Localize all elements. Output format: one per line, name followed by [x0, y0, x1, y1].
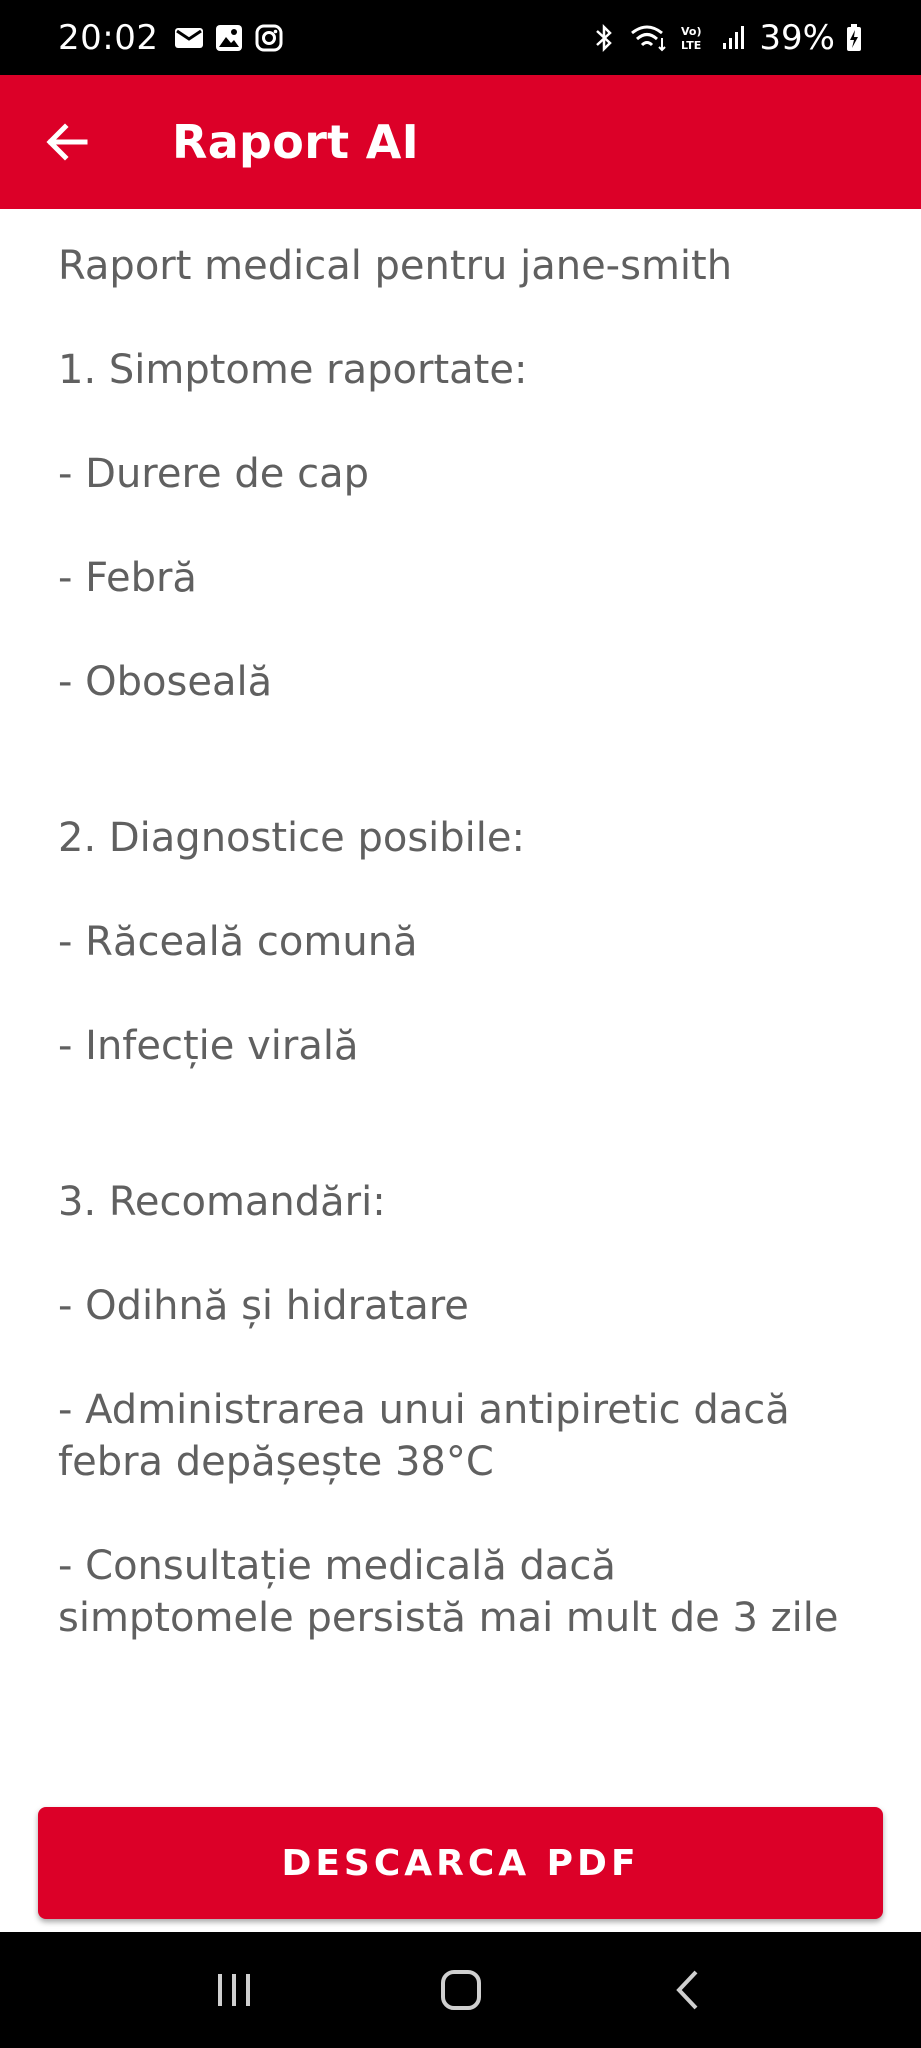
battery-charging-icon: [845, 23, 863, 52]
status-right: Vo) LTE 39%: [589, 18, 863, 58]
volte-icon: Vo) LTE: [679, 24, 709, 52]
list-item: - Febră: [58, 555, 197, 601]
gallery-icon: [214, 24, 244, 52]
status-left: 20:02: [58, 18, 284, 58]
status-time: 20:02: [58, 17, 159, 58]
list-item: - Oboseală: [58, 659, 273, 705]
system-nav-bar: [0, 1932, 921, 2048]
list-item: - Consultație medicală dacă simptomele p…: [58, 1543, 839, 1641]
recent-apps-button[interactable]: [194, 1950, 274, 2030]
report-heading: Raport medical pentru jane-smith: [58, 243, 733, 289]
arrow-left-icon: [46, 123, 88, 161]
app-bar: Raport AI: [0, 75, 921, 209]
section-title-recommendations: 3. Recomandări:: [58, 1179, 386, 1225]
back-icon: [675, 1970, 697, 2010]
download-pdf-button[interactable]: DESCARCA PDF: [38, 1807, 883, 1919]
report-content: Raport medical pentru jane-smith 1. Simp…: [58, 240, 863, 1644]
section-title-diagnoses: 2. Diagnostice posibile:: [58, 815, 525, 861]
mail-icon: [174, 24, 204, 52]
page-title: Raport AI: [172, 115, 420, 169]
home-button[interactable]: [421, 1950, 501, 2030]
status-bar: 20:02 Vo) LTE 39%: [0, 0, 921, 75]
list-item: - Infecție virală: [58, 1023, 359, 1069]
wifi-icon: [629, 24, 669, 52]
svg-text:Vo): Vo): [681, 25, 702, 38]
bluetooth-icon: [589, 23, 619, 52]
back-button[interactable]: [22, 97, 112, 187]
list-item: - Durere de cap: [58, 451, 369, 497]
list-item: - Administrarea unui antipiretic dacă fe…: [58, 1387, 790, 1485]
svg-text:LTE: LTE: [681, 39, 701, 52]
instagram-icon: [254, 24, 284, 52]
section-title-symptoms: 1. Simptome raportate:: [58, 347, 528, 393]
list-item: - Răceală comună: [58, 919, 418, 965]
system-back-button[interactable]: [648, 1950, 728, 2030]
signal-icon: [719, 24, 749, 52]
recent-apps-icon: [217, 1974, 250, 2006]
list-item: - Odihnă și hidratare: [58, 1283, 469, 1329]
home-icon: [440, 1970, 481, 2010]
battery-percent: 39%: [759, 17, 835, 58]
